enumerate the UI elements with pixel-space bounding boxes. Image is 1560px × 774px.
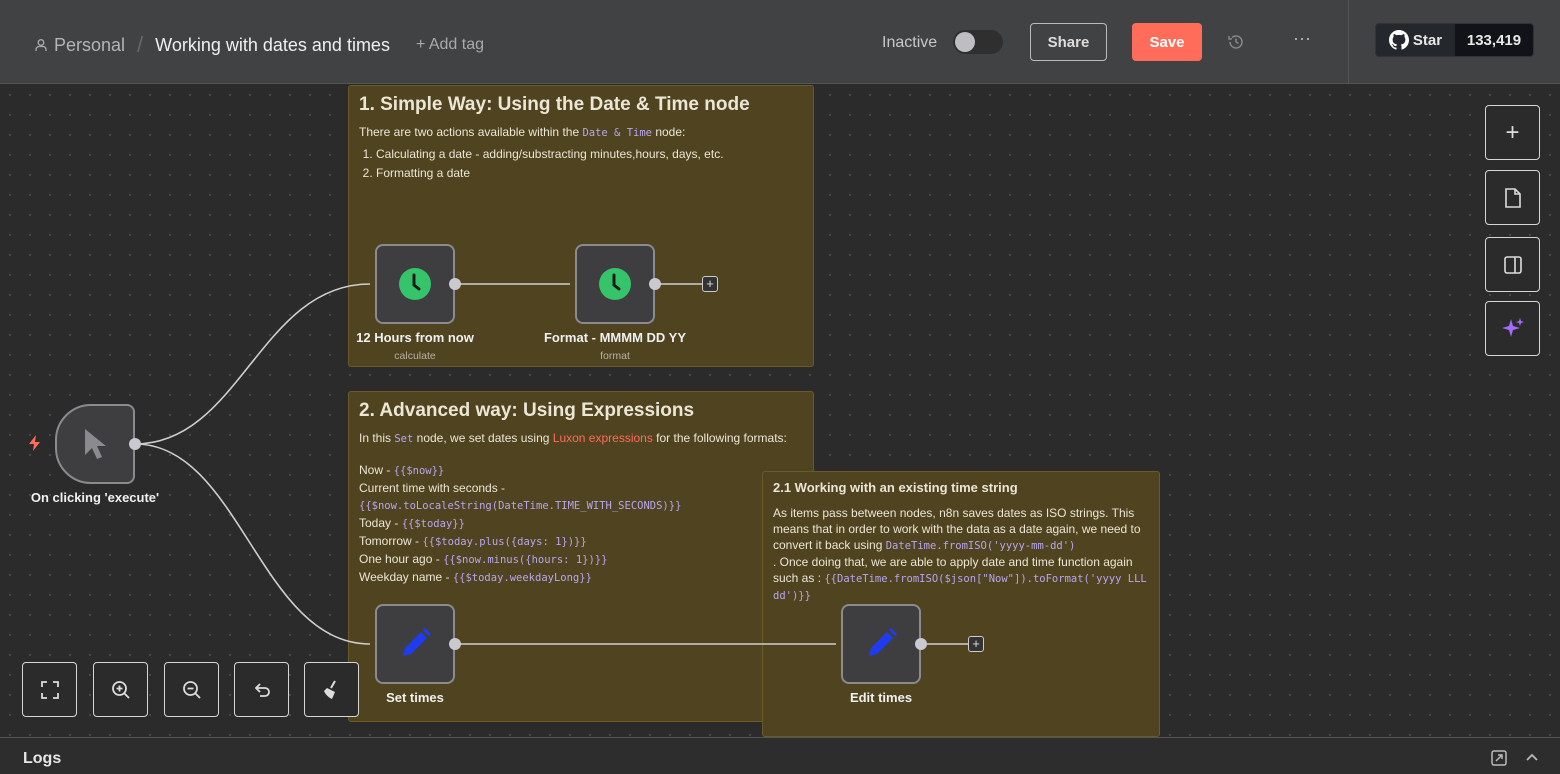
workflow-canvas[interactable]: 1. Simple Way: Using the Date & Time nod… [0,85,1560,737]
ai-assistant-button[interactable] [1485,301,1540,356]
save-button[interactable]: Save [1132,23,1202,61]
breadcrumb-separator: / [137,32,144,57]
github-star-count: 133,419 [1455,24,1533,56]
zoom-in-icon [111,680,130,699]
connections [134,283,968,645]
output-handle[interactable] [915,638,927,650]
user-icon [35,39,47,51]
add-node-button[interactable]: + [702,276,718,292]
node-set-times[interactable] [375,604,455,684]
undo-button[interactable] [234,662,289,717]
sticky-note-icon [1504,187,1521,208]
header-divider [1348,0,1349,84]
pencil-icon [403,628,431,656]
project-link[interactable]: Personal [54,35,125,56]
github-icon [1388,30,1409,50]
node-format-date[interactable] [575,244,655,324]
fit-view-icon [40,680,59,699]
logs-panel-bar[interactable]: Logs [0,737,1560,774]
tidy-up-button[interactable] [304,662,359,717]
add-tag-button[interactable]: + Add tag [416,36,484,54]
node-trigger[interactable] [55,404,135,484]
node-label: On clicking 'execute' [30,490,160,505]
connection-trigger-to-set[interactable] [134,443,371,645]
breadcrumb: Personal / Working with dates and times … [34,32,484,58]
chevron-up-icon[interactable] [1525,751,1539,763]
broom-icon [323,680,336,699]
add-sticky-button[interactable] [1485,170,1540,225]
undo-icon [254,682,270,697]
fit-view-button[interactable] [22,662,77,717]
github-star-button[interactable]: Star 133,419 [1375,23,1534,57]
panel-icon [1503,255,1522,274]
clock-icon [399,268,431,300]
node-edit-times[interactable] [841,604,921,684]
status-label: Inactive [882,34,938,51]
zoom-out-icon [182,680,201,699]
output-handle[interactable] [449,278,461,290]
zoom-in-button[interactable] [93,662,148,717]
connection-trigger-to-calc[interactable] [134,283,371,445]
history-icon[interactable] [1227,33,1245,51]
top-header: Personal / Working with dates and times … [0,0,1560,84]
lightning-icon [29,435,40,451]
logs-label: Logs [23,750,62,767]
zoom-out-button[interactable] [164,662,219,717]
pop-out-icon[interactable] [1491,750,1507,766]
clock-icon [599,268,631,300]
plus-icon: + [1505,118,1520,146]
add-node-panel-button[interactable]: + [1485,105,1540,160]
workflow-title[interactable]: Working with dates and times [155,35,390,56]
output-handle[interactable] [129,438,141,450]
cursor-icon [85,429,106,459]
active-toggle[interactable] [953,30,1003,54]
share-button[interactable]: Share [1030,23,1107,61]
more-options-icon[interactable]: ··· [1293,28,1311,49]
toggle-panel-button[interactable] [1485,237,1540,292]
node-subtitle: format [600,350,630,362]
sparkle-icon [1501,317,1524,337]
node-12-hours-from-now[interactable] [375,244,455,324]
output-handle[interactable] [449,638,461,650]
github-star-label: Star [1412,31,1443,49]
pencil-icon [869,628,897,656]
node-label: Format - MMMM DD YY [543,330,687,345]
add-node-button[interactable]: + [968,636,984,652]
output-handle[interactable] [649,278,661,290]
node-label: Edit times [849,690,913,705]
node-subtitle: calculate [394,350,436,362]
node-label: 12 Hours from now [356,330,474,345]
